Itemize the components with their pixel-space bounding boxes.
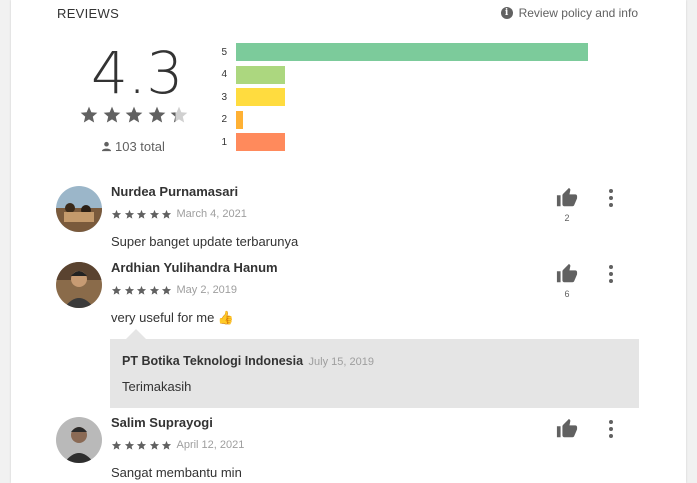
total-reviews-label: 103 total (115, 139, 165, 154)
reply-notch (126, 329, 146, 339)
review-policy-link[interactable]: i Review policy and info (500, 6, 638, 20)
star-icon (149, 285, 159, 295)
more-options-icon[interactable] (608, 189, 614, 207)
average-rating: 4.3 (91, 39, 184, 107)
avatar (56, 186, 102, 232)
like-count: 6 (564, 289, 570, 299)
reply-text: Terimakasih (122, 379, 192, 394)
star-icon (80, 106, 98, 123)
review-stars (111, 440, 174, 451)
review-date: May 2, 2019 (176, 284, 238, 296)
review-date: April 12, 2021 (176, 439, 245, 451)
histogram-bar (236, 65, 286, 84)
avatar (56, 417, 102, 463)
star-icon (111, 285, 122, 295)
review-text: Sangat membantu min (111, 465, 242, 480)
star-icon (136, 285, 147, 295)
star-icon (125, 106, 143, 123)
histogram-bar (236, 88, 286, 106)
review-stars (111, 209, 174, 220)
histogram-bar (236, 133, 286, 151)
star-icon (124, 209, 134, 219)
review-text: Super banget update terbarunya (111, 234, 299, 249)
info-icon: i (500, 7, 513, 19)
histogram-label: 5 (221, 46, 227, 58)
star-icon (103, 106, 120, 123)
person-icon (101, 141, 112, 152)
review-meta: March 4, 2021 (111, 208, 247, 220)
histogram-row: 4 (217, 65, 588, 84)
star-icon (161, 285, 172, 295)
star-icon (148, 106, 165, 123)
rating-histogram: 5 4 3 2 1 (217, 43, 588, 156)
section-title: REVIEWS (57, 6, 120, 21)
review-date: March 4, 2021 (176, 208, 247, 220)
review-policy-label: Review policy and info (518, 6, 638, 20)
review-meta: May 2, 2019 (111, 284, 237, 296)
reviews-card: REVIEWS i Review policy and info 4.3 103… (11, 0, 686, 483)
thumbs-up-icon[interactable] (556, 418, 578, 440)
review-meta: April 12, 2021 (111, 439, 244, 451)
histogram-bar (236, 43, 588, 61)
star-icon (136, 440, 147, 450)
star-icon (149, 440, 159, 450)
star-icon (149, 209, 159, 219)
star-icon (161, 209, 172, 219)
more-options-icon[interactable] (608, 265, 614, 283)
histogram-label: 4 (221, 69, 227, 80)
reviewer-name: Ardhian Yulihandra Hanum (111, 260, 278, 275)
like-count: 2 (564, 213, 570, 223)
histogram-row: 3 (217, 88, 588, 106)
histogram-label: 2 (221, 114, 227, 125)
star-icon (136, 209, 147, 219)
reviewer-name: Salim Suprayogi (111, 415, 213, 430)
developer-name: PT Botika Teknologi Indonesia (122, 354, 304, 368)
star-icon (111, 209, 122, 219)
developer-reply: PT Botika Teknologi Indonesia July 15, 2… (110, 339, 639, 408)
review-text: very useful for me 👍 (111, 310, 235, 325)
reviewer-name: Nurdea Purnamasari (111, 184, 239, 199)
histogram-label: 3 (221, 91, 227, 103)
developer-reply-header: PT Botika Teknologi Indonesia July 15, 2… (122, 354, 374, 368)
histogram-row: 1 (217, 133, 588, 151)
avatar (56, 262, 102, 308)
more-options-icon[interactable] (608, 420, 614, 438)
star-icon (124, 440, 134, 450)
histogram-label: 1 (221, 136, 227, 148)
star-icon (170, 106, 188, 123)
star-icon (124, 285, 134, 295)
reply-date: July 15, 2019 (308, 356, 374, 368)
star-icon (111, 440, 122, 450)
star-icon (161, 440, 172, 450)
average-stars (79, 105, 192, 125)
histogram-row: 2 (217, 110, 588, 129)
histogram-row: 5 (217, 43, 588, 61)
thumbs-up-icon[interactable] (556, 187, 578, 209)
thumbs-up-icon[interactable] (556, 263, 578, 285)
review-stars (111, 285, 174, 296)
histogram-bar (236, 110, 244, 129)
total-reviews: 103 total (101, 139, 165, 154)
